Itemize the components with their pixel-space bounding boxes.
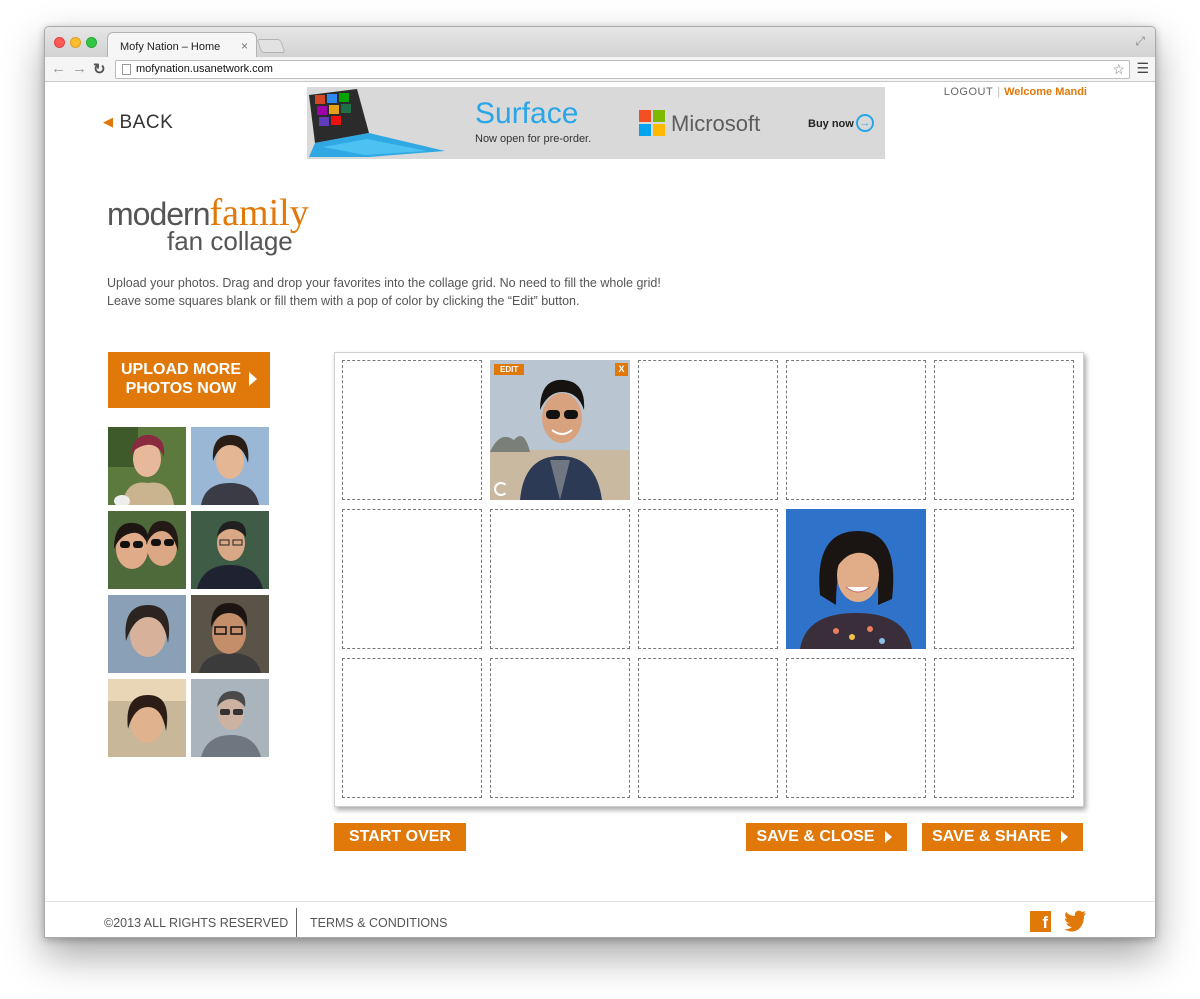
microsoft-logo-icon — [639, 110, 665, 136]
zoom-window-icon[interactable] — [86, 37, 97, 48]
collage-cell[interactable] — [342, 360, 482, 500]
twitter-icon[interactable] — [1063, 910, 1087, 932]
tab-home[interactable]: Mofy Nation – Home × — [107, 32, 257, 58]
logo-line2: fan collage — [167, 226, 293, 256]
photo-thumbnail[interactable] — [108, 595, 186, 673]
play-arrow-icon — [249, 372, 257, 386]
collage-cell[interactable] — [342, 658, 482, 798]
collage-cell[interactable] — [934, 509, 1074, 649]
tab-close-icon[interactable]: × — [241, 39, 248, 53]
minimize-window-icon[interactable] — [70, 37, 81, 48]
surface-ad-banner[interactable]: Surface Now open for pre-order. Microsof… — [307, 87, 885, 159]
photo-thumbnail[interactable] — [191, 679, 269, 757]
save-close-label: SAVE & CLOSE — [756, 828, 875, 845]
back-triangle-icon: ◀ — [103, 114, 114, 129]
back-link[interactable]: ◀ BACK — [103, 112, 173, 134]
reload-icon[interactable]: ↻ — [93, 60, 106, 78]
upload-label-line2: PHOTOS NOW — [125, 380, 237, 397]
page-content: ◀ BACK Surface Now open for pre-order. M… — [45, 82, 1155, 937]
address-bar[interactable]: mofynation.usanetwork.com ☆ — [115, 60, 1130, 79]
terms-link[interactable]: TERMS & CONDITIONS — [310, 916, 448, 930]
edit-button[interactable]: EDIT — [494, 364, 525, 375]
instructions: Upload your photos. Drag and drop your f… — [107, 274, 727, 310]
arrow-circle-icon[interactable]: → — [856, 114, 874, 132]
collage-cell[interactable] — [638, 360, 778, 500]
save-close-button[interactable]: SAVE & CLOSE — [746, 823, 907, 851]
play-arrow-icon — [1061, 831, 1068, 843]
collage-photo-man-beach — [490, 360, 630, 500]
instructions-line2: Leave some squares blank or fill them wi… — [107, 294, 580, 308]
back-label: BACK — [119, 112, 174, 133]
photo-thumbnail[interactable] — [191, 427, 269, 505]
new-tab-button[interactable] — [256, 39, 286, 53]
photo-thumbnail[interactable] — [108, 511, 186, 589]
browser-window: Mofy Nation – Home × ⤢ ← → ↻ mofynation.… — [44, 26, 1156, 938]
collage-cell[interactable] — [342, 509, 482, 649]
page-icon — [122, 64, 131, 75]
welcome-user: Welcome Mandi — [1004, 86, 1087, 98]
start-over-button[interactable]: START OVER — [334, 823, 466, 851]
logout-link[interactable]: LOGOUT — [944, 86, 993, 98]
facebook-icon[interactable]: f — [1030, 911, 1051, 932]
url-text: mofynation.usanetwork.com — [136, 63, 273, 75]
photo-thumbnail[interactable] — [108, 679, 186, 757]
fullscreen-icon[interactable]: ⤢ — [1135, 34, 1145, 49]
collage-cell[interactable] — [638, 509, 778, 649]
collage-cell[interactable] — [934, 360, 1074, 500]
collage-cell[interactable] — [490, 658, 630, 798]
rotate-icon[interactable] — [494, 482, 508, 496]
collage-cell[interactable] — [638, 658, 778, 798]
user-bar: LOGOUT | Welcome Mandi — [944, 86, 1087, 98]
ad-cta[interactable]: Buy now — [808, 118, 854, 130]
collage-grid: EDIT X — [334, 352, 1084, 807]
collage-cell-photo[interactable]: EDIT X — [490, 360, 630, 500]
menu-icon[interactable]: ☰ — [1136, 60, 1149, 77]
play-arrow-icon — [885, 831, 892, 843]
close-window-icon[interactable] — [54, 37, 65, 48]
photo-thumbnail[interactable] — [191, 595, 269, 673]
upload-more-photos-button[interactable]: UPLOAD MORE PHOTOS NOW — [108, 352, 270, 408]
collage-cell[interactable] — [786, 658, 926, 798]
upload-label-line1: UPLOAD MORE — [121, 361, 241, 378]
footer: ©2013 ALL RIGHTS RESERVED TERMS & CONDIT… — [45, 901, 1155, 937]
footer-divider — [296, 908, 297, 937]
collage-photo-woman-sky — [786, 509, 926, 649]
collage-cell[interactable] — [934, 658, 1074, 798]
collage-cell[interactable] — [786, 360, 926, 500]
ad-subline: Now open for pre-order. — [475, 133, 592, 145]
photo-thumbnail[interactable] — [108, 427, 186, 505]
ad-headline: Surface — [475, 97, 579, 130]
collage-cell-photo[interactable] — [786, 509, 926, 649]
modern-family-fan-collage-logo: modernfamily fan collage — [107, 194, 309, 256]
browser-toolbar: ← → ↻ mofynation.usanetwork.com ☆ ☰ — [45, 57, 1155, 82]
copyright-text: ©2013 ALL RIGHTS RESERVED — [104, 916, 289, 930]
ad-brand: Microsoft — [671, 111, 761, 136]
photo-thumbnail[interactable] — [191, 511, 269, 589]
surface-tablet-image — [309, 89, 445, 157]
tab-title: Mofy Nation – Home — [120, 41, 221, 53]
back-arrow-icon[interactable]: ← — [51, 60, 66, 77]
collage-cell[interactable] — [490, 509, 630, 649]
save-share-button[interactable]: SAVE & SHARE — [922, 823, 1083, 851]
forward-arrow-icon[interactable]: → — [72, 60, 87, 77]
user-bar-separator: | — [997, 86, 1001, 98]
tab-bar: Mofy Nation – Home × ⤢ — [45, 27, 1155, 58]
bookmark-star-icon[interactable]: ☆ — [1112, 61, 1125, 78]
save-share-label: SAVE & SHARE — [932, 828, 1051, 845]
instructions-line1: Upload your photos. Drag and drop your f… — [107, 276, 661, 290]
remove-photo-button[interactable]: X — [615, 363, 628, 376]
